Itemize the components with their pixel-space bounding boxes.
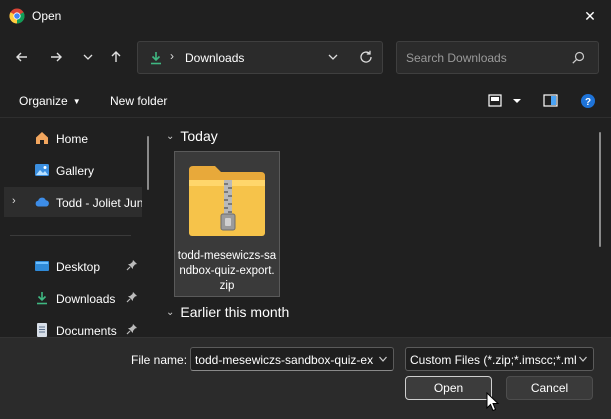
file-type-select[interactable]: Custom Files (*.zip;*.imscc;*.ml [405,347,594,371]
organize-label: Organize [19,94,68,108]
home-icon [36,132,48,144]
refresh-icon[interactable] [358,49,374,65]
content-scrollbar[interactable] [599,132,601,247]
file-list: ⌄ Today todd-mesewiczs-sandbox-quiz-expor… [160,118,611,337]
chrome-icon [9,8,25,24]
pin-icon[interactable] [126,259,138,271]
dialog-footer: File name: todd-mesewiczs-sandbox-quiz-e… [0,337,611,419]
chevron-down-icon: ⌄ [166,131,175,142]
mouse-cursor-icon [486,392,500,412]
open-button[interactable]: Open [405,376,492,400]
documents-icon [37,323,47,337]
sidebar-scrollbar[interactable] [147,136,149,190]
search-icon [572,51,585,64]
file-name-input[interactable]: todd-mesewiczs-sandbox-quiz-ex [190,347,394,371]
cancel-button[interactable]: Cancel [506,376,593,400]
new-folder-button[interactable]: New folder [110,94,167,108]
sidebar-item-gallery[interactable]: Gallery [4,155,142,185]
window-title: Open [32,9,62,23]
back-button[interactable] [11,46,33,68]
gallery-icon [35,164,49,176]
search-field[interactable]: Search Downloads [396,41,599,74]
pin-icon[interactable] [126,323,138,335]
onedrive-cloud-icon [35,197,49,207]
sidebar-item-label: Gallery [56,164,95,178]
zip-folder-icon [189,166,265,236]
sidebar-item-label: Todd - Joliet Jun [56,196,142,210]
file-item[interactable]: todd-mesewiczs-sandbox-quiz-export.zip [174,151,280,297]
chevron-down-icon: ⌄ [166,307,175,318]
download-icon [151,52,161,65]
address-bar[interactable]: › Downloads [137,41,383,74]
download-icon [37,292,47,305]
pin-icon[interactable] [126,291,138,303]
navigation-pane: Home Gallery › Todd - Joliet Jun Desktop… [0,118,152,337]
help-icon[interactable]: ? [580,93,596,109]
svg-text:?: ? [585,97,591,108]
file-name: todd-mesewiczs-sandbox-quiz-export.zip [177,250,277,292]
chevron-down-icon [83,54,93,60]
close-icon: ✕ [584,7,596,24]
back-arrow-icon [16,52,27,62]
sidebar-item-documents[interactable]: Documents [4,315,142,337]
recent-locations-button[interactable] [77,46,99,68]
sidebar-item-downloads[interactable]: Downloads [4,283,142,313]
chevron-down-icon [579,356,587,362]
file-type-value: Custom Files (*.zip;*.imscc;*.ml [410,353,576,367]
search-placeholder: Search Downloads [406,51,507,65]
forward-arrow-icon [51,52,62,62]
group-header-earlier-this-month[interactable]: ⌄ Earlier this month [166,304,289,320]
organize-button[interactable]: Organize ▼ [19,94,81,108]
sidebar-divider [10,235,131,236]
sidebar-item-home[interactable]: Home [4,123,142,153]
up-button[interactable] [105,46,127,68]
chevron-down-icon[interactable] [378,354,388,364]
group-label: Earlier this month [180,304,290,320]
sidebar-item-desktop[interactable]: Desktop [4,251,142,281]
close-button[interactable]: ✕ [577,4,603,28]
breadcrumb-downloads[interactable]: Downloads [185,51,244,65]
command-bar: Organize ▼ New folder ? [0,84,611,118]
group-header-today[interactable]: ⌄ Today [166,128,218,144]
chevron-right-icon[interactable]: › [12,195,16,207]
sidebar-item-onedrive[interactable]: › Todd - Joliet Jun [4,187,142,217]
preview-pane-icon[interactable] [543,93,559,109]
file-name-value: todd-mesewiczs-sandbox-quiz-ex [195,353,373,367]
forward-button[interactable] [45,46,67,68]
sidebar-item-label: Home [56,132,89,146]
chevron-down-icon[interactable] [326,50,340,64]
file-name-label: File name: [131,353,188,367]
breadcrumb-separator: › [170,49,174,63]
view-options-icon[interactable] [488,93,522,109]
group-label: Today [180,128,218,144]
desktop-icon [35,261,49,271]
up-arrow-icon [111,51,121,62]
title-bar: Open ✕ [0,0,611,32]
caret-down-icon: ▼ [72,97,81,106]
